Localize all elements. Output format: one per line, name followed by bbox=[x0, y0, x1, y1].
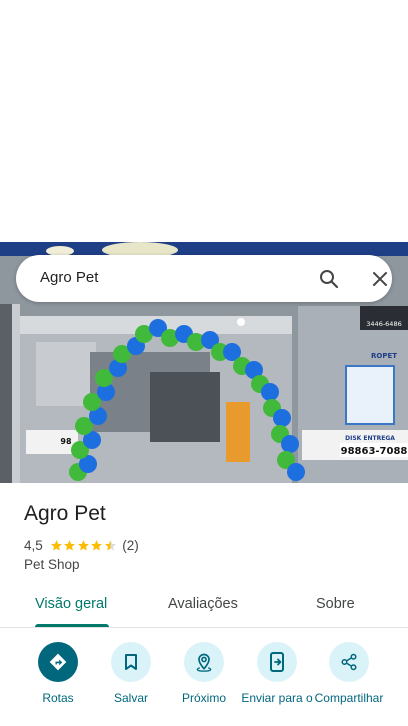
search-icon[interactable] bbox=[315, 266, 343, 292]
tab-reviews[interactable]: Avaliações bbox=[168, 596, 238, 612]
send-to-phone-icon bbox=[257, 642, 297, 682]
star-full-icon bbox=[91, 539, 103, 550]
review-count[interactable]: (2) bbox=[122, 538, 139, 553]
rating-row[interactable]: 4,5 (2) bbox=[24, 537, 139, 553]
star-full-icon bbox=[77, 539, 89, 550]
close-icon[interactable] bbox=[366, 266, 394, 292]
place-category: Pet Shop bbox=[24, 557, 80, 572]
directions-label: Rotas bbox=[42, 691, 74, 705]
star-half-icon bbox=[104, 539, 116, 550]
search-query[interactable]: Agro Pet bbox=[40, 269, 98, 286]
bookmark-icon bbox=[111, 642, 151, 682]
place-name: Agro Pet bbox=[24, 502, 106, 525]
star-rating bbox=[50, 539, 118, 552]
share-icon bbox=[329, 642, 369, 682]
photo-sign-phone-top: 3446-6486 bbox=[366, 320, 401, 328]
star-full-icon bbox=[50, 539, 62, 550]
photo-sign-agropet: ROPET bbox=[371, 352, 397, 360]
directions-button[interactable]: Rotas bbox=[21, 642, 95, 706]
tab-about[interactable]: Sobre bbox=[316, 596, 355, 612]
share-button[interactable]: Compartilhar bbox=[312, 642, 386, 706]
nearby-label: Próximo bbox=[181, 691, 226, 705]
place-tabs: Visão geral Avaliações Sobre bbox=[0, 582, 408, 628]
photo-sign-disk-entrega: DISK ENTREGA bbox=[345, 435, 395, 442]
send-to-phone-button[interactable]: Enviar para o bbox=[240, 642, 314, 706]
map-area-blank bbox=[0, 0, 408, 242]
save-button[interactable]: Salvar bbox=[94, 642, 168, 706]
send-to-phone-label: Enviar para o bbox=[241, 691, 313, 705]
nearby-button[interactable]: Próximo bbox=[167, 642, 241, 706]
tab-overview[interactable]: Visão geral bbox=[35, 596, 107, 612]
directions-icon bbox=[38, 642, 78, 682]
star-full-icon bbox=[64, 539, 76, 550]
share-label: Compartilhar bbox=[314, 691, 384, 705]
photo-sign-phone-left: 98 bbox=[60, 437, 72, 446]
tab-active-indicator bbox=[35, 624, 109, 627]
search-bar[interactable]: Agro Pet bbox=[16, 255, 392, 302]
rating-value: 4,5 bbox=[24, 537, 43, 553]
photo-sign-phone-right: 98863-7088 bbox=[341, 446, 408, 457]
save-label: Salvar bbox=[113, 691, 148, 705]
nearby-icon bbox=[184, 642, 224, 682]
